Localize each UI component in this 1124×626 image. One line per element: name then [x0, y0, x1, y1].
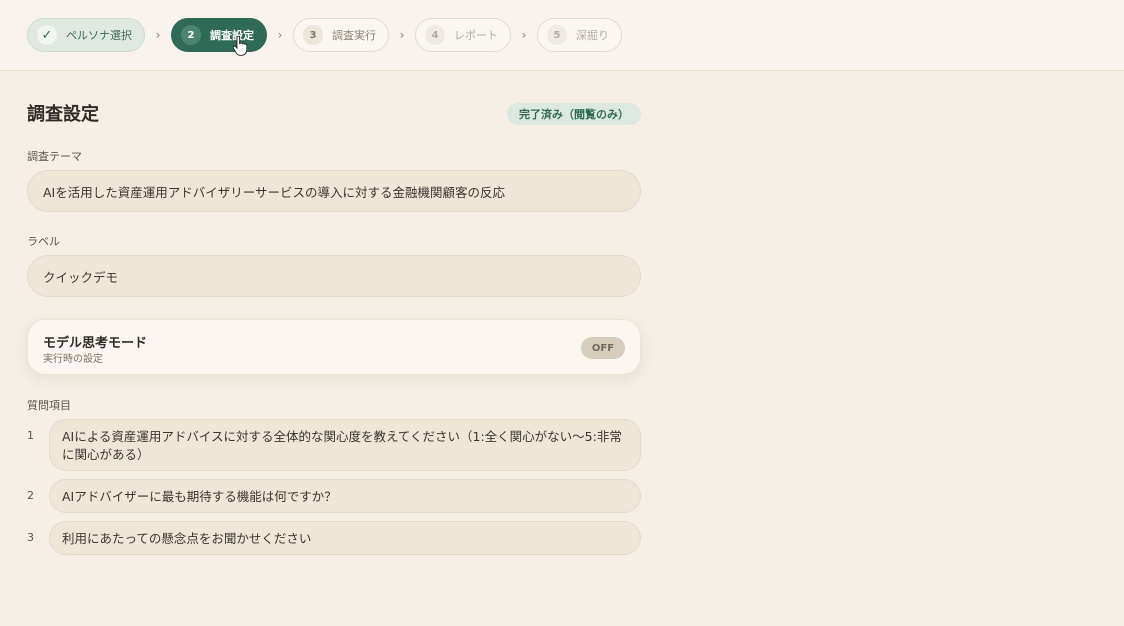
chevron-right-icon: ›	[521, 28, 527, 42]
step-number: 5	[547, 25, 567, 45]
question-number: 2	[27, 489, 34, 502]
step-label: 調査実行	[332, 29, 376, 42]
progress-header: ✓ ペルソナ選択 › 2 調査設定 › 3 調査実行 › 4 レポート › 5 …	[0, 0, 1124, 71]
status-badge: 完了済み（閲覧のみ）	[507, 103, 641, 125]
chevron-right-icon: ›	[277, 28, 283, 42]
step-label: ペルソナ選択	[66, 29, 132, 42]
step-survey-settings[interactable]: 2 調査設定	[171, 18, 267, 52]
tag-field[interactable]: クイックデモ	[27, 255, 641, 297]
questions-label: 質問項目	[27, 399, 71, 412]
theme-label: 調査テーマ	[27, 150, 82, 163]
step-label: 深掘り	[576, 29, 609, 42]
question-field[interactable]: 利用にあたっての懸念点をお聞かせください	[49, 521, 641, 555]
model-mode-toggle[interactable]: OFF	[581, 337, 625, 359]
model-mode-title: モデル思考モード	[43, 336, 148, 351]
step-navigation: ✓ ペルソナ選択 › 2 調査設定 › 3 調査実行 › 4 レポート › 5 …	[27, 18, 622, 52]
question-number: 1	[27, 429, 34, 442]
question-number: 3	[27, 531, 34, 544]
step-deep-dive[interactable]: 5 深掘り	[537, 18, 622, 52]
model-mode-subtitle: 実行時の設定	[43, 354, 103, 365]
check-icon: ✓	[37, 25, 57, 45]
hand-pointer-icon	[233, 36, 247, 56]
step-number: 4	[425, 25, 445, 45]
tag-label: ラベル	[27, 235, 60, 248]
question-field[interactable]: AIアドバイザーに最も期待する機能は何ですか？	[49, 479, 641, 513]
theme-field[interactable]: AIを活用した資産運用アドバイザリーサービスの導入に対する金融機関顧客の反応	[27, 170, 641, 212]
step-survey-run[interactable]: 3 調査実行	[293, 18, 389, 52]
step-report[interactable]: 4 レポート	[415, 18, 511, 52]
step-persona-selection[interactable]: ✓ ペルソナ選択	[27, 18, 145, 52]
step-number: 3	[303, 25, 323, 45]
step-number: 2	[181, 25, 201, 45]
chevron-right-icon: ›	[155, 28, 161, 42]
step-label: 調査設定	[210, 29, 254, 42]
model-mode-card: モデル思考モード 実行時の設定 OFF	[27, 319, 641, 375]
question-field[interactable]: AIによる資産運用アドバイスに対する全体的な関心度を教えてください（1:全く関心…	[49, 419, 641, 471]
page-title: 調査設定	[27, 104, 99, 125]
chevron-right-icon: ›	[399, 28, 405, 42]
step-label: レポート	[454, 29, 498, 42]
